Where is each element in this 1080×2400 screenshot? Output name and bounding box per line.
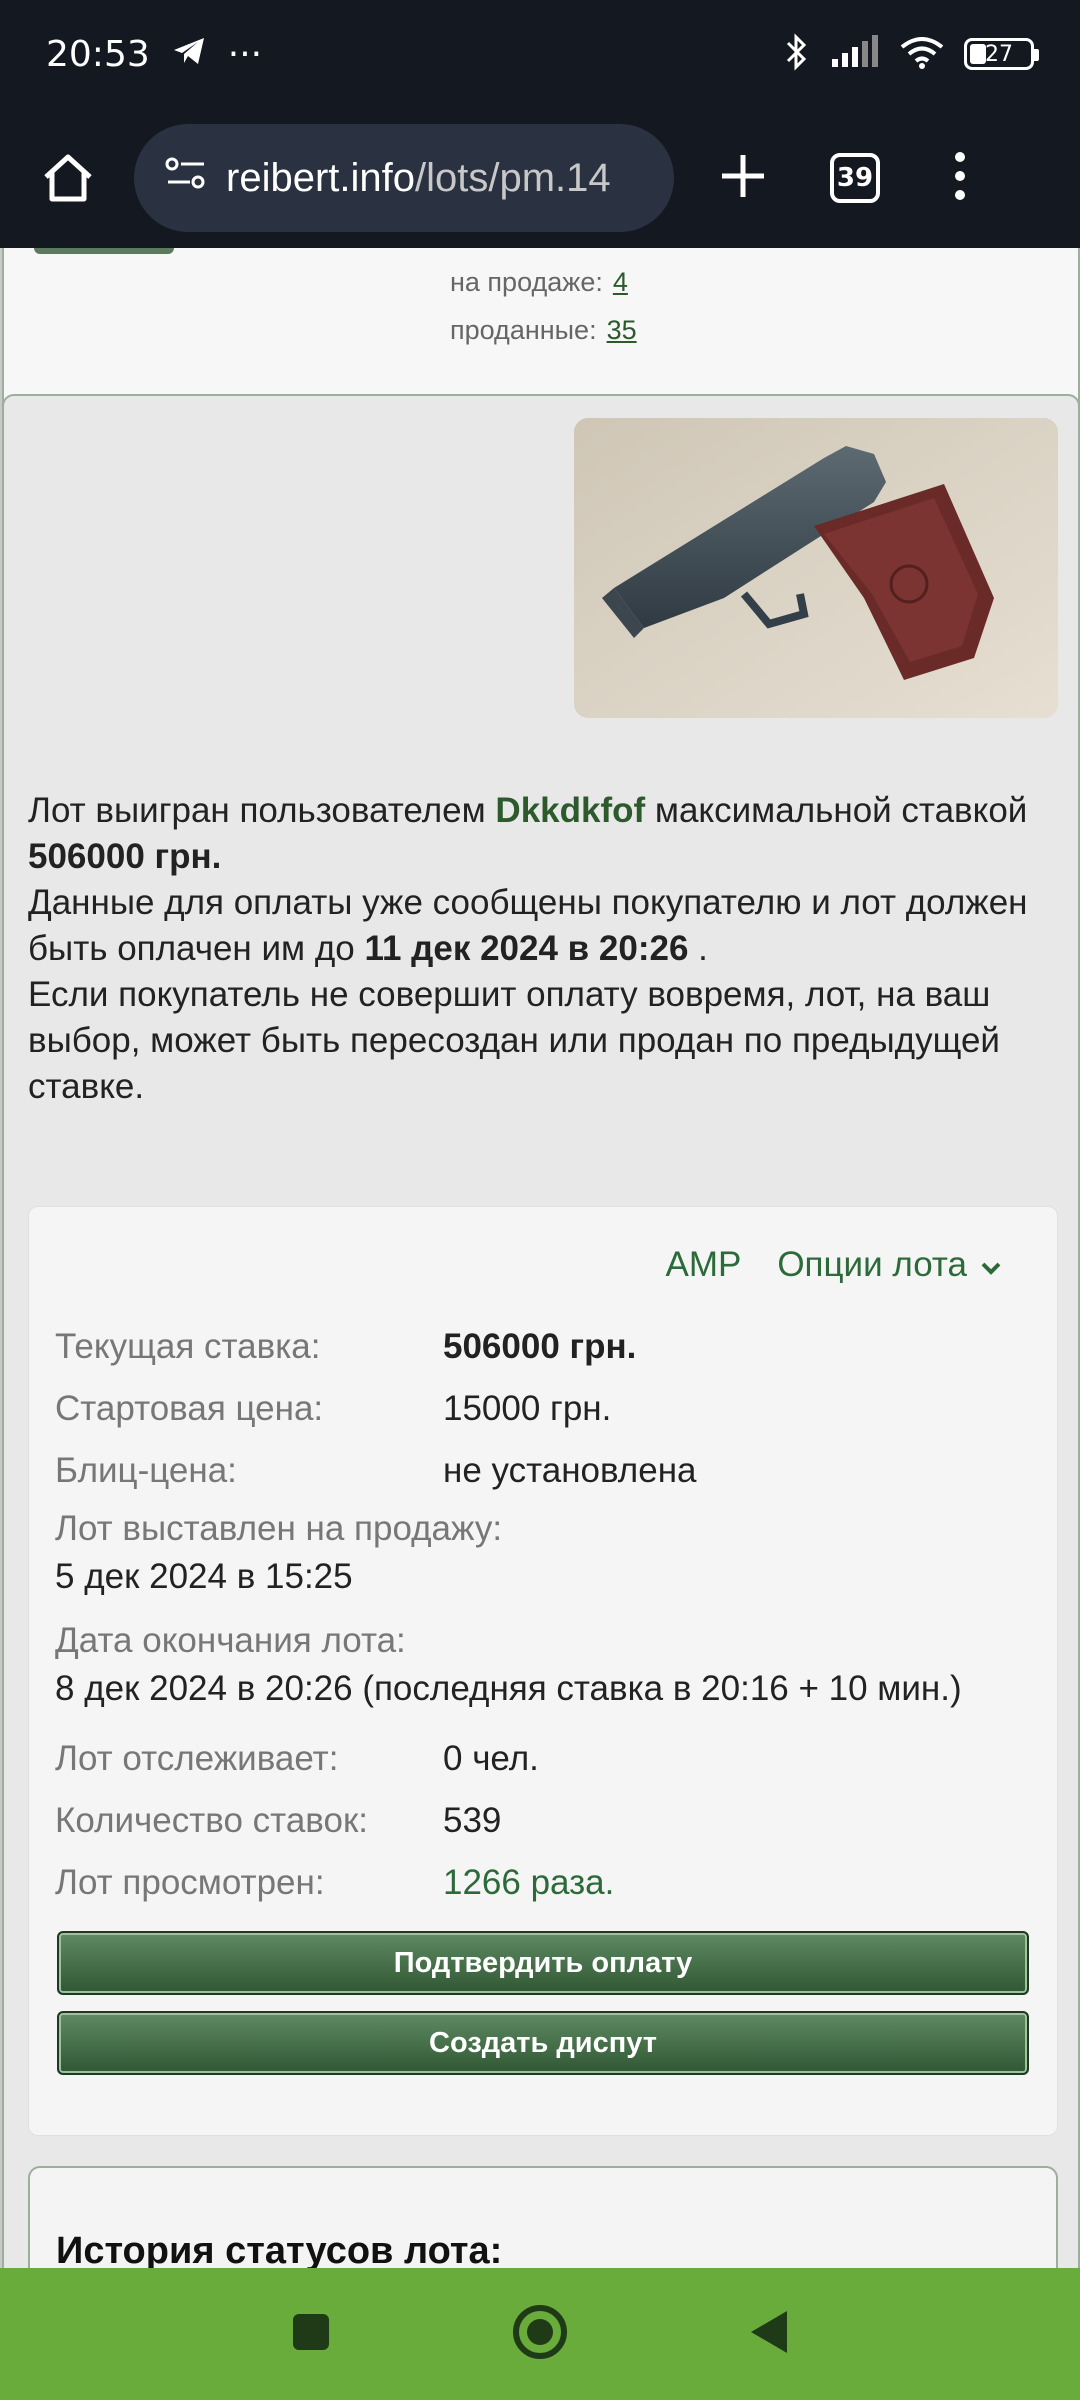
url-domain: reibert.info [226,155,415,200]
system-nav-bar [0,2268,1080,2400]
chevron-down-icon [981,1245,1001,1285]
create-dispute-button[interactable]: Создать диспут [57,2011,1029,2075]
on-sale-label: на продаже: [450,267,603,297]
watchers-value: 0 чел. [443,1739,539,1778]
sold-count-link[interactable]: 35 [607,315,637,345]
tabs-icon[interactable]: 39 [830,153,880,203]
max-bid-text: максимальной ставкой [645,791,1028,830]
home-icon[interactable] [28,153,108,203]
address-bar[interactable]: reibert.info/lots/pm.14 [134,124,674,232]
current-bid-value: 506000 грн. [443,1327,637,1366]
lot-status-text: Лот выигран пользователем Dkkdkfof макси… [28,788,1058,1110]
lot-options-label: Опции лота [777,1245,967,1284]
battery-icon: 27 [964,38,1039,70]
confirm-payment-button[interactable]: Подтвердить оплату [57,1931,1029,1995]
watchers-label: Лот отслеживает: [55,1739,339,1778]
views-row: Лот просмотрен: 1266 раза. [55,1863,614,1903]
status-bar: 20:53 ··· 27 [0,0,1080,108]
period-text: . [688,929,708,968]
start-price-row: Стартовая цена: 15000 грн. [55,1389,611,1429]
back-triangle-icon[interactable] [749,2309,789,2360]
lot-info-box: AMP Опции лота Текущая ставка: 506000 гр… [28,1206,1058,2136]
current-bid-row: Текущая ставка: 506000 грн. [55,1327,636,1367]
amp-link[interactable]: AMP [665,1245,741,1285]
page-content: на продаже: 4 проданные: 35 Лот выигран … [0,248,1080,2268]
blitz-price-row: Блиц-цена: не установлена [55,1451,697,1491]
bluetooth-icon [784,32,810,76]
pay-deadline: 11 дек 2024 в 20:26 [364,929,689,968]
site-settings-icon[interactable] [164,155,208,201]
telegram-icon [172,34,206,75]
seller-stats: на продаже: 4 проданные: 35 [450,258,637,354]
listed-date-value: 5 дек 2024 в 15:25 [55,1557,353,1596]
browser-toolbar: reibert.info/lots/pm.14 39 [0,108,1080,248]
seller-avatar-stub [34,248,174,254]
signal-icon [830,34,880,74]
new-tab-plus-icon[interactable] [720,153,766,204]
clock: 20:53 [46,33,150,75]
wifi-icon [900,35,944,74]
winning-bid: 506000 грн. [28,837,222,876]
home-circle-icon[interactable] [511,2303,569,2366]
recents-square-icon[interactable] [291,2312,331,2357]
bids-count-value: 539 [443,1801,502,1840]
lot-options-dropdown[interactable]: Опции лота [777,1245,1001,1285]
winner-username-link[interactable]: Dkkdkfof [495,791,645,830]
lot-won-text: Лот выигран пользователем [28,791,496,830]
battery-level: 27 [985,41,1013,67]
more-vert-icon[interactable] [954,151,966,206]
end-date-value: 8 дек 2024 в 20:26 (последняя ставка в 2… [55,1669,962,1708]
listed-date-row: Лот выставлен на продажу: 5 дек 2024 в 1… [55,1505,502,1601]
lot-image[interactable] [574,418,1058,718]
views-value: 1266 раза. [443,1863,615,1902]
blitz-price-label: Блиц-цена: [55,1451,237,1490]
sold-label: проданные: [450,315,597,345]
more-notifications-icon: ··· [227,33,263,75]
watchers-row: Лот отслеживает: 0 чел. [55,1739,539,1779]
current-bid-label: Текущая ставка: [55,1327,321,1366]
end-date-label: Дата окончания лота: [55,1621,406,1660]
listed-date-label: Лот выставлен на продажу: [55,1509,503,1548]
lot-card: Лот выигран пользователем Dkkdkfof макси… [2,394,1080,2268]
on-sale-count-link[interactable]: 4 [613,267,628,297]
start-price-value: 15000 грн. [443,1389,612,1428]
tab-count: 39 [836,163,874,193]
bids-count-label: Количество ставок: [55,1801,368,1840]
blitz-price-value: не установлена [443,1451,697,1490]
resell-info-text: Если покупатель не совершит оплату вовре… [28,975,1000,1106]
status-history-card: История статусов лота: [28,2166,1058,2268]
views-label: Лот просмотрен: [55,1863,325,1902]
status-history-title: История статусов лота: [56,2230,503,2268]
bids-count-row: Количество ставок: 539 [55,1801,501,1841]
end-date-row: Дата окончания лота: 8 дек 2024 в 20:26 … [55,1617,962,1713]
start-price-label: Стартовая цена: [55,1389,324,1428]
url-path: /lots/pm.14 [414,155,611,200]
